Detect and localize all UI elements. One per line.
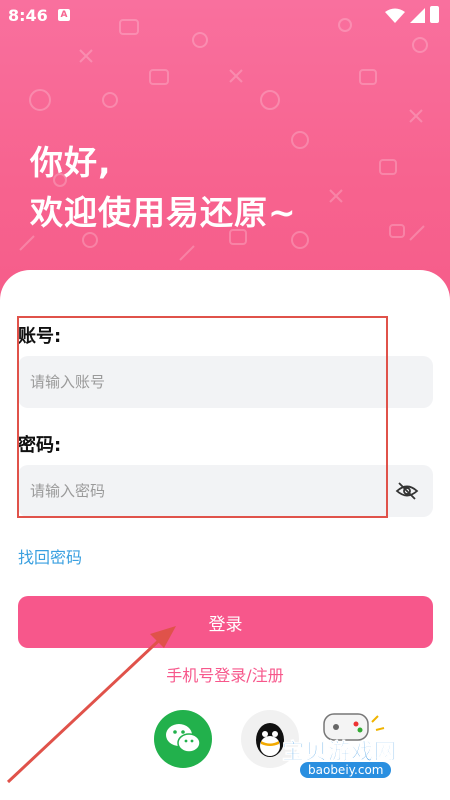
greeting-line-1: 你好, (30, 143, 112, 182)
account-field[interactable] (18, 356, 433, 408)
eye-hidden-icon[interactable] (395, 479, 419, 503)
app-notification-icon: A (58, 9, 70, 21)
annotation-arrow (6, 626, 176, 784)
forgot-password-link[interactable]: 找回密码 (18, 544, 82, 568)
watermark-url: baobeiy.com (300, 762, 392, 778)
password-label: 密码: (18, 435, 62, 456)
password-field[interactable] (18, 465, 433, 517)
wifi-icon (385, 8, 405, 23)
account-label: 账号: (18, 326, 62, 347)
status-bar: 8:46 A (0, 0, 450, 32)
status-time: 8:46 (8, 6, 48, 25)
greeting-line-2: 欢迎使用易还原~ (30, 193, 297, 232)
password-input[interactable] (30, 482, 370, 500)
signal-icon (410, 8, 425, 23)
greeting: 你好, 欢迎使用易还原~ (30, 138, 297, 238)
account-input[interactable] (30, 373, 370, 391)
battery-icon (430, 6, 439, 23)
